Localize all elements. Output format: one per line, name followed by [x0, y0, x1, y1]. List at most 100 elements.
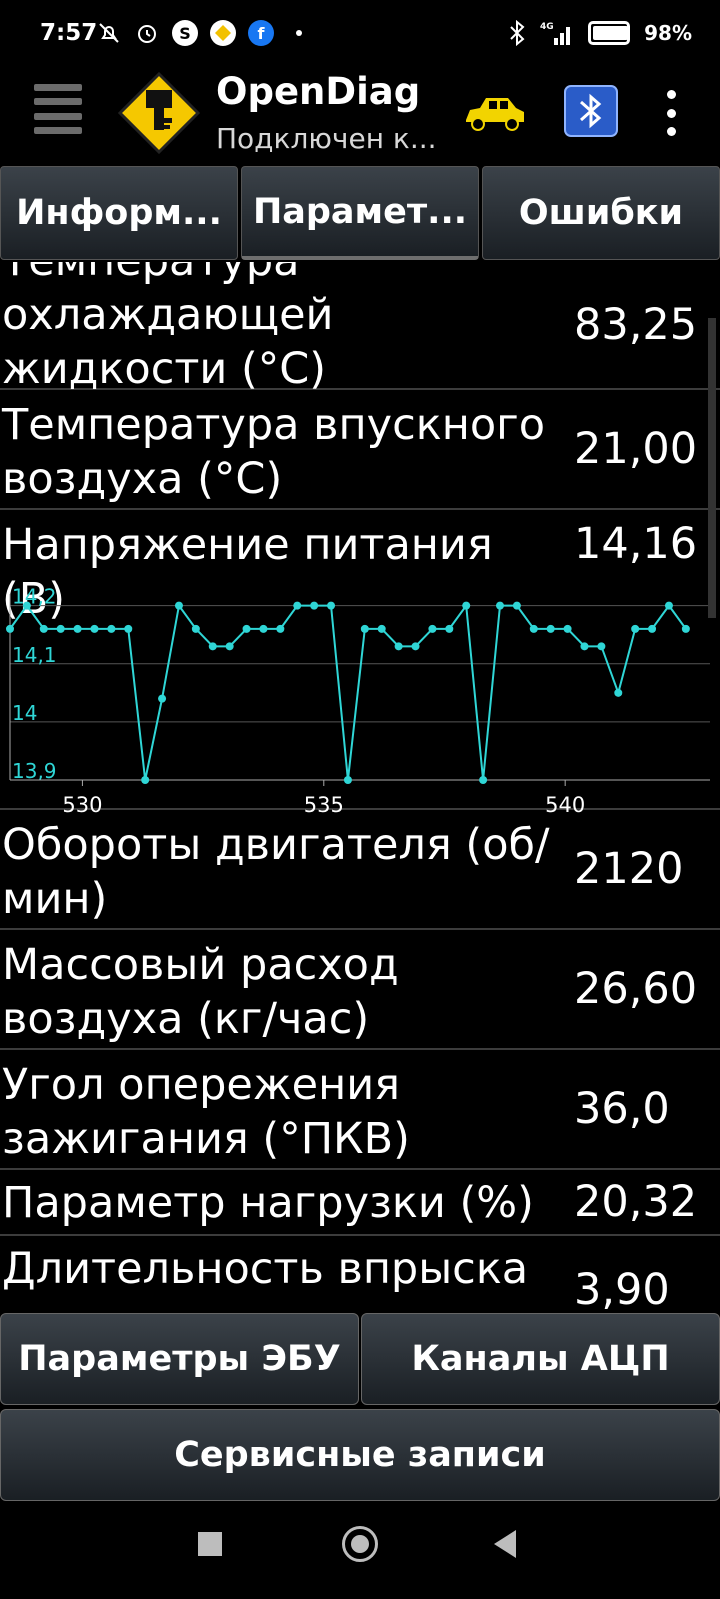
service-records-button[interactable]: Сервисные записи	[0, 1409, 720, 1501]
chart-point	[546, 624, 555, 633]
param-value: 21,00	[574, 424, 698, 474]
chart-point	[276, 624, 285, 633]
param-name: Параметр нагрузки (%)	[2, 1178, 534, 1228]
chart-point	[580, 642, 589, 651]
chart-point	[6, 624, 14, 633]
adc-channels-button[interactable]: Каналы АЦП	[361, 1313, 720, 1405]
ecu-params-button[interactable]: Параметры ЭБУ	[0, 1313, 359, 1405]
chart-point	[310, 601, 319, 610]
tab-parameters[interactable]: Парамет...	[241, 166, 479, 260]
param-row-maf[interactable]: Массовый расход воздуха (кг/час) 26,60	[0, 930, 720, 1050]
chart-point	[191, 624, 200, 633]
chart-point	[124, 624, 133, 633]
chart-point	[648, 624, 657, 633]
param-value: 2120	[574, 844, 684, 894]
param-row-ignition[interactable]: Угол опережения зажигания (°ПКВ) 36,0	[0, 1050, 720, 1170]
opendiag-logo	[118, 72, 200, 154]
param-name: Массовый расход воздуха (кг/час)	[2, 940, 399, 1044]
chart-point	[496, 601, 504, 610]
chart-point	[327, 601, 336, 610]
chart-point	[90, 624, 99, 633]
chart-point	[259, 624, 268, 633]
signal-icon: 4G	[540, 22, 571, 45]
status-right: 4G 98%	[508, 20, 692, 46]
chart-point	[343, 776, 352, 784]
bluetooth-connection-icon[interactable]	[564, 85, 618, 137]
param-value: 3,90	[574, 1265, 670, 1312]
back-button[interactable]	[494, 1530, 516, 1558]
param-row-rpm[interactable]: Обороты двигателя (об/мин) 2120	[0, 810, 720, 930]
param-value: 14,16	[574, 519, 698, 569]
param-row-injection[interactable]: Длительность впрыска 3,90	[0, 1236, 720, 1312]
chart-point	[141, 776, 150, 784]
chart-point	[208, 642, 217, 651]
chart-point	[394, 642, 403, 651]
param-value: 83,25	[574, 300, 698, 350]
chart-point	[39, 624, 48, 633]
chart-point	[56, 624, 65, 633]
param-row-load[interactable]: Параметр нагрузки (%) 20,32	[0, 1170, 720, 1236]
bluetooth-status-icon	[510, 20, 525, 46]
scrollbar[interactable]	[708, 318, 716, 618]
tab-info[interactable]: Информ...	[0, 166, 238, 260]
battery-level	[593, 26, 629, 40]
param-name: Напряжение питания (В)	[2, 520, 493, 624]
param-value: 36,0	[574, 1084, 670, 1134]
home-button[interactable]	[342, 1526, 378, 1562]
skype-icon: S	[172, 20, 198, 46]
chart-point	[174, 601, 183, 610]
notification-icons: S f	[96, 20, 312, 46]
chart-point	[411, 642, 420, 651]
chart-point	[107, 624, 116, 633]
chart-point	[563, 624, 572, 633]
chart-point	[242, 624, 251, 633]
parameter-list[interactable]: Температура охлаждающей жидкости (°C) 83…	[0, 262, 720, 1312]
app-subtitle: Подключен к...	[216, 122, 437, 155]
chart-point	[681, 624, 690, 633]
recents-button[interactable]	[198, 1532, 222, 1556]
chart-point	[73, 624, 82, 633]
app-icon	[210, 20, 236, 46]
chart-ytick-label: 14	[12, 701, 37, 725]
chart-point	[479, 776, 488, 784]
menu-icon[interactable]	[34, 84, 82, 134]
param-name: Обороты двигателя (об/мин)	[2, 820, 550, 924]
chart-point	[529, 624, 538, 633]
chart-point	[360, 624, 369, 633]
tab-errors[interactable]: Ошибки	[482, 166, 720, 260]
chart-ytick-label: 14,1	[12, 643, 57, 667]
chart-point	[428, 624, 437, 633]
svg-text:4G: 4G	[540, 22, 554, 32]
param-name: Температура охлаждающей жидкости (°C)	[2, 262, 334, 394]
dot-icon	[286, 20, 312, 46]
voltage-chart-svg: 13,91414,114,2530 535 540	[6, 585, 710, 814]
chart-point	[631, 624, 640, 633]
chart-point	[664, 601, 673, 610]
overflow-menu-icon[interactable]	[664, 90, 678, 136]
voltage-chart: 13,9 14 14,1 14,2 530 535 540	[0, 574, 720, 814]
system-nav-bar	[0, 1510, 720, 1599]
status-time: 7:57	[40, 20, 98, 46]
chart-point	[614, 688, 623, 697]
status-bar: 7:57 S f 4G 98%	[0, 0, 720, 70]
param-value: 26,60	[574, 964, 698, 1014]
param-name: Температура впускного воздуха (°C)	[2, 400, 546, 504]
app-bar: OpenDiag Подключен к...	[0, 70, 720, 166]
chart-point	[597, 642, 606, 651]
chart-ytick-label: 14,2	[12, 585, 57, 609]
tab-bar: Информ... Парамет... Ошибки	[0, 166, 720, 262]
chart-point	[225, 642, 234, 651]
chart-point	[512, 601, 521, 610]
param-row-voltage[interactable]: Напряжение питания (В) 14,16 13,9 14 14,1 1…	[0, 510, 720, 814]
chart-point	[445, 624, 454, 633]
chart-ytick-label: 13,9	[12, 759, 57, 783]
battery-percent: 98%	[644, 21, 692, 45]
chart-point	[158, 694, 167, 703]
facebook-icon: f	[248, 20, 274, 46]
param-row-coolant-temp[interactable]: Температура охлаждающей жидкости (°C) 83…	[0, 262, 720, 394]
chart-point	[293, 601, 302, 610]
chart-point	[462, 601, 471, 610]
car-icon[interactable]	[462, 90, 528, 134]
param-row-intake-temp[interactable]: Температура впускного воздуха (°C) 21,00	[0, 390, 720, 510]
param-name: Длительность впрыска	[2, 1244, 529, 1294]
